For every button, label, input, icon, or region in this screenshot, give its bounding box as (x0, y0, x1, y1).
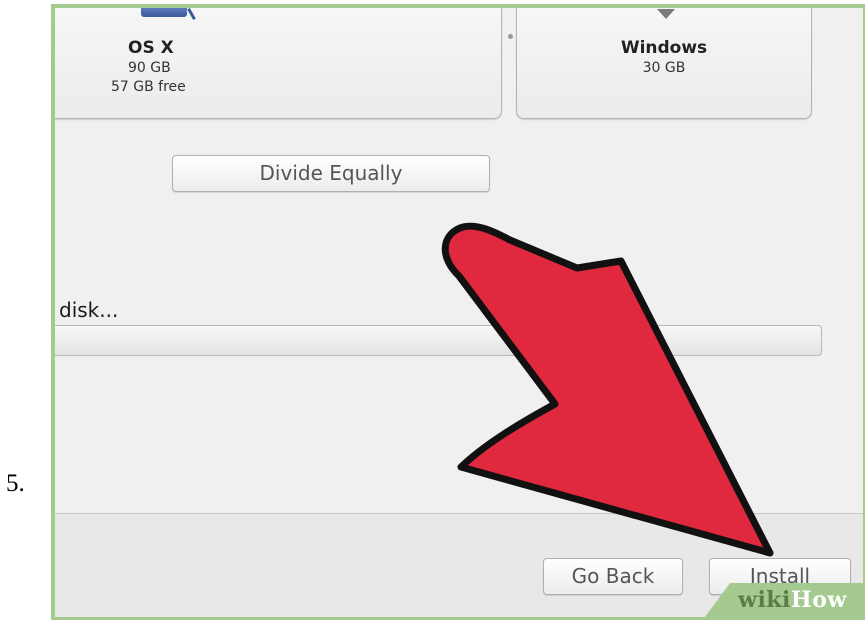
progress-bar (55, 325, 822, 356)
watermark-text: wikiHow (738, 587, 847, 613)
screenshot-frame: OS X 90 GB 57 GB free Windows 30 GB Divi… (51, 4, 865, 620)
divide-equally-button[interactable]: Divide Equally (172, 155, 490, 192)
windows-partition[interactable]: Windows 30 GB (516, 8, 812, 119)
bootcamp-window: OS X 90 GB 57 GB free Windows 30 GB Divi… (55, 8, 863, 513)
wikihow-step-page: 5. OS X 90 GB 57 GB free Windows 30 GB D… (0, 0, 865, 620)
partition-name: Windows (620, 38, 708, 58)
partition-size: 30 GB (642, 60, 686, 76)
disk-icon (141, 8, 187, 17)
progress-status-text: disk... (59, 298, 119, 322)
chevron-down-icon (657, 9, 675, 19)
osx-partition[interactable]: OS X 90 GB 57 GB free (55, 8, 502, 119)
watermark-prefix: wiki (738, 587, 791, 613)
go-back-button[interactable]: Go Back (543, 558, 683, 595)
wikihow-watermark: wikiHow (702, 583, 863, 617)
partition-size: 90 GB (128, 60, 171, 76)
partition-free: 57 GB free (111, 79, 186, 95)
partition-divider-handle[interactable] (508, 34, 513, 39)
partition-name: OS X (128, 38, 174, 58)
watermark-suffix: How (790, 587, 847, 613)
step-number: 5. (6, 470, 25, 497)
